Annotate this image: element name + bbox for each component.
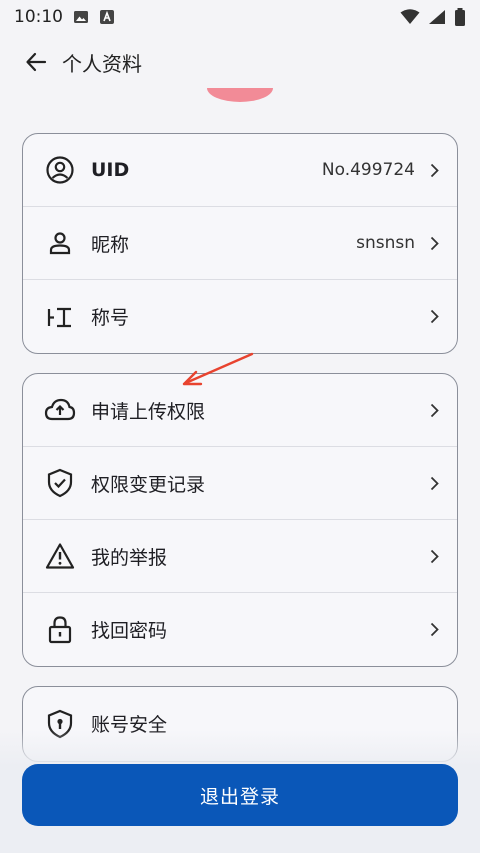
actions-card: 申请上传权限 权限变更记录 我的举报 找回密码 — [22, 373, 458, 667]
cloud-upload-icon — [43, 393, 77, 427]
chevron-right-icon — [425, 236, 439, 251]
chevron-right-icon — [425, 309, 439, 324]
uid-label: UID — [91, 159, 130, 181]
chevron-right-icon — [425, 163, 439, 178]
logout-button[interactable]: 退出登录 — [22, 764, 458, 826]
permission-history-row[interactable]: 权限变更记录 — [23, 447, 457, 520]
permission-history-label: 权限变更记录 — [91, 473, 206, 496]
chevron-right-icon — [425, 476, 439, 491]
top-app-bar: 个人资料 — [0, 36, 480, 88]
person-icon — [43, 226, 77, 260]
lock-icon — [43, 613, 77, 647]
title-label: 称号 — [91, 307, 130, 329]
title-icon — [43, 300, 77, 334]
apply-upload-permission-label: 申请上传权限 — [91, 400, 206, 423]
uid-value: No.499724 — [321, 160, 415, 180]
chevron-right-icon — [425, 549, 439, 564]
nickname-value: snsnsn — [356, 233, 415, 253]
profile-card: UID No.499724 昵称 snsnsn 称号 — [22, 133, 458, 354]
my-reports-label: 我的举报 — [91, 546, 168, 569]
uid-row[interactable]: UID No.499724 — [23, 134, 457, 207]
battery-icon — [454, 8, 466, 26]
apply-upload-permission-row[interactable]: 申请上传权限 — [23, 374, 457, 447]
user-circle-icon — [43, 153, 77, 187]
title-row[interactable]: 称号 — [23, 280, 457, 353]
shield-check-icon — [43, 466, 77, 500]
recover-password-row[interactable]: 找回密码 — [23, 593, 457, 666]
page-title: 个人资料 — [62, 51, 142, 76]
wifi-icon — [400, 9, 420, 25]
image-notification-icon — [73, 9, 89, 25]
recover-password-label: 找回密码 — [91, 620, 168, 642]
warning-icon — [43, 539, 77, 573]
nickname-label: 昵称 — [91, 233, 130, 256]
arrow-left-icon — [26, 52, 47, 72]
nickname-row[interactable]: 昵称 snsnsn — [23, 207, 457, 280]
avatar[interactable] — [207, 88, 273, 102]
app-notification-icon — [99, 9, 115, 25]
status-bar: 10:10 — [0, 0, 480, 34]
my-reports-row[interactable]: 我的举报 — [23, 520, 457, 593]
signal-icon — [428, 9, 446, 25]
status-time: 10:10 — [14, 7, 63, 27]
back-button[interactable] — [20, 46, 52, 78]
chevron-right-icon — [425, 622, 439, 637]
chevron-right-icon — [425, 403, 439, 418]
